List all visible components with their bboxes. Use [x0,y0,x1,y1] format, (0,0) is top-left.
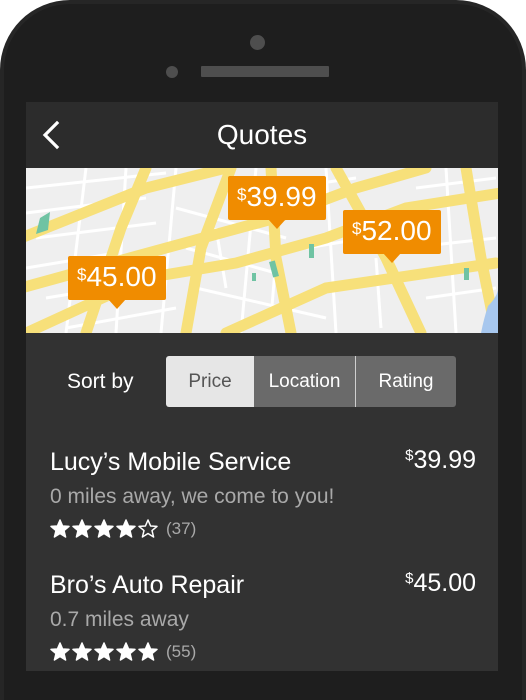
shop-distance: 0.7 miles away [50,608,189,631]
star-filled-icon [138,642,158,661]
proximity-sensor [166,66,178,78]
star-filled-icon [50,519,70,538]
star-filled-icon [72,642,92,661]
map-pin-39-99[interactable]: $39.99 [228,176,326,229]
star-filled-icon [94,642,114,661]
top-bar: Quotes [26,102,498,168]
review-count: (55) [166,642,197,661]
shop-name: Lucy’s Mobile Service [50,448,292,476]
front-camera [250,35,265,50]
app-screen: Quotes $45.00 $39.99 $52.00 Sort by Pric… [26,102,498,671]
review-count: (37) [166,519,197,538]
sort-segmented-control: Price Location Rating [166,356,456,407]
star-filled-icon [94,519,114,538]
star-filled-icon [72,519,92,538]
sort-rating-button[interactable]: Rating [356,356,456,407]
quote-price: $45.00 [405,569,476,597]
sort-price-button[interactable]: Price [166,356,254,407]
map-view[interactable]: $45.00 $39.99 $52.00 [26,168,498,333]
map-pin-45[interactable]: $45.00 [68,256,166,309]
page-title: Quotes [216,119,308,150]
shop-distance: 0 miles away, we come to you! [50,485,335,508]
list-item[interactable]: Lucy’s Mobile Service $39.99 0 miles awa… [50,446,476,548]
star-filled-icon [50,642,70,661]
quote-price: $39.99 [405,446,476,474]
sort-location-button[interactable]: Location [254,356,356,407]
earpiece-speaker [201,66,329,77]
star-filled-icon [116,642,136,661]
shop-name: Bro’s Auto Repair [50,571,245,599]
star-filled-icon [116,519,136,538]
list-item[interactable]: Bro’s Auto Repair $45.00 0.7 miles away … [50,569,476,671]
star-outline-icon [138,519,158,538]
star-rating: (37) [50,518,196,540]
star-rating: (55) [50,641,196,663]
map-pin-52[interactable]: $52.00 [343,210,441,263]
sort-label: Sort by [67,370,134,393]
